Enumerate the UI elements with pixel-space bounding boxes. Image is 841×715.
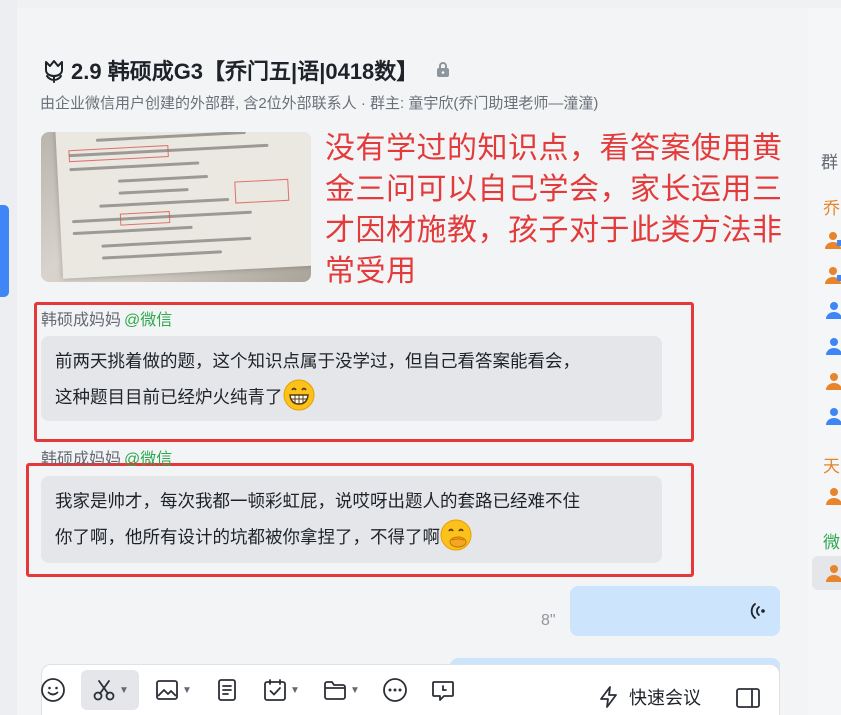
voice-wave-icon xyxy=(748,601,768,621)
message-text-line: 我家是帅才，每次我都一顿彩虹屁，说哎呀出题人的套路已经难不住 xyxy=(55,491,580,511)
sidebar-toggle-button[interactable] xyxy=(735,686,761,710)
task-button[interactable]: ▼ xyxy=(255,670,307,710)
homework-photo[interactable] xyxy=(41,132,311,282)
active-conversation-indicator[interactable] xyxy=(0,205,9,297)
grinning-face-emoji-icon xyxy=(283,379,315,411)
voice-duration: 8" xyxy=(541,612,556,629)
document-button[interactable] xyxy=(207,670,247,710)
screenshot-button[interactable]: ▼ xyxy=(81,670,139,710)
panel-toggle-icon xyxy=(736,688,760,708)
page-title: 2.9 韩硕成G3【乔门五|语|0418数】 xyxy=(71,59,419,84)
chat-history-button[interactable] xyxy=(423,670,463,710)
message-bubble[interactable]: 前两天挑着做的题，这个知识点属于没学过，但自己看答案能看会， 这种题目目前已经炉… xyxy=(41,336,662,421)
member-orange-icon[interactable] xyxy=(824,486,841,506)
image-icon xyxy=(156,680,178,700)
more-icon xyxy=(383,678,407,702)
chevron-down-icon[interactable]: ▼ xyxy=(290,685,300,696)
input-toolbar: ▼ ▼ ▼ ▼ xyxy=(33,670,471,710)
member-orange-icon[interactable] xyxy=(824,371,841,391)
member-list-label: 群 xyxy=(821,153,838,172)
chevron-down-icon[interactable]: ▼ xyxy=(350,685,360,696)
member-orange-icon[interactable] xyxy=(824,563,841,583)
sender-name[interactable]: 韩硕成妈妈 xyxy=(41,451,121,468)
tulip-icon xyxy=(41,57,67,83)
document-icon xyxy=(218,679,236,701)
chevron-down-icon[interactable]: ▼ xyxy=(119,685,129,696)
sender-line: 韩硕成妈妈 @微信 xyxy=(41,445,172,469)
lightning-icon xyxy=(600,686,617,708)
sender-name[interactable]: 韩硕成妈妈 xyxy=(41,312,121,329)
voice-message-bubble[interactable] xyxy=(570,586,780,636)
image-button[interactable]: ▼ xyxy=(147,670,199,710)
group-description: 由企业微信用户创建的外部群, 含2位外部联系人 · 群主: 童宇欣(乔门助理老师… xyxy=(40,95,599,112)
sender-source: @微信 xyxy=(124,451,173,468)
member-section-qiao: 乔 xyxy=(823,199,840,218)
scissors-icon xyxy=(93,680,115,701)
calendar-check-icon xyxy=(264,679,286,701)
sender-line: 韩硕成妈妈 @微信 xyxy=(41,306,172,330)
top-bar xyxy=(17,0,841,8)
photo-paper xyxy=(55,132,311,279)
sender-source: @微信 xyxy=(124,312,173,329)
chevron-down-icon[interactable]: ▼ xyxy=(182,685,192,696)
message-text-line: 你了啊，他所有设计的坑都被你拿捏了，不得了啊 xyxy=(55,519,648,555)
emoji-button[interactable] xyxy=(33,670,73,710)
member-section-wei: 微 xyxy=(823,533,840,552)
member-blue-icon[interactable] xyxy=(824,336,841,356)
lock-icon[interactable] xyxy=(436,62,450,78)
member-blue-icon[interactable] xyxy=(824,300,841,320)
chat-panel: 2.9 韩硕成G3【乔门五|语|0418数】 由企业微信用户创建的外部群, 含2… xyxy=(17,8,808,715)
member-orange-icon[interactable] xyxy=(824,230,841,250)
message-1: 韩硕成妈妈 @微信 xyxy=(41,306,172,330)
chat-header: 2.9 韩硕成G3【乔门五|语|0418数】 由企业微信用户创建的外部群, 含2… xyxy=(17,8,808,128)
app-sidebar-strip xyxy=(0,0,17,715)
message-text-line: 前两天挑着做的题，这个知识点属于没学过，但自己看答案能看会， xyxy=(55,351,580,371)
message-text-line: 这种题目目前已经炉火纯青了 xyxy=(55,379,648,415)
folder-button[interactable]: ▼ xyxy=(315,670,367,710)
red-caption: 没有学过的知识点，看答案使用黄金三问可以自己学会，家长运用三才因材施教，孩子对于… xyxy=(325,132,783,288)
title-row: 2.9 韩硕成G3【乔门五|语|0418数】 xyxy=(41,54,450,86)
member-section-tian: 天 xyxy=(823,457,840,476)
quick-meeting-label: 快速会议 xyxy=(629,688,701,708)
smiley-icon xyxy=(41,678,65,702)
member-sidebar: 群 乔 天 微 xyxy=(808,8,841,715)
face-with-hand-over-mouth-emoji-icon xyxy=(440,519,472,551)
message-2: 韩硕成妈妈 @微信 xyxy=(41,445,172,469)
folder-icon xyxy=(324,681,346,700)
chat-bubble-icon xyxy=(432,681,454,701)
more-button[interactable] xyxy=(375,670,415,710)
member-blue-icon[interactable] xyxy=(824,406,841,426)
message-bubble[interactable]: 我家是帅才，每次我都一顿彩虹屁，说哎呀出题人的套路已经难不住 你了啊，他所有设计… xyxy=(41,476,662,563)
member-orange-icon[interactable] xyxy=(824,265,841,285)
quick-meeting-button[interactable]: 快速会议 xyxy=(597,684,701,710)
